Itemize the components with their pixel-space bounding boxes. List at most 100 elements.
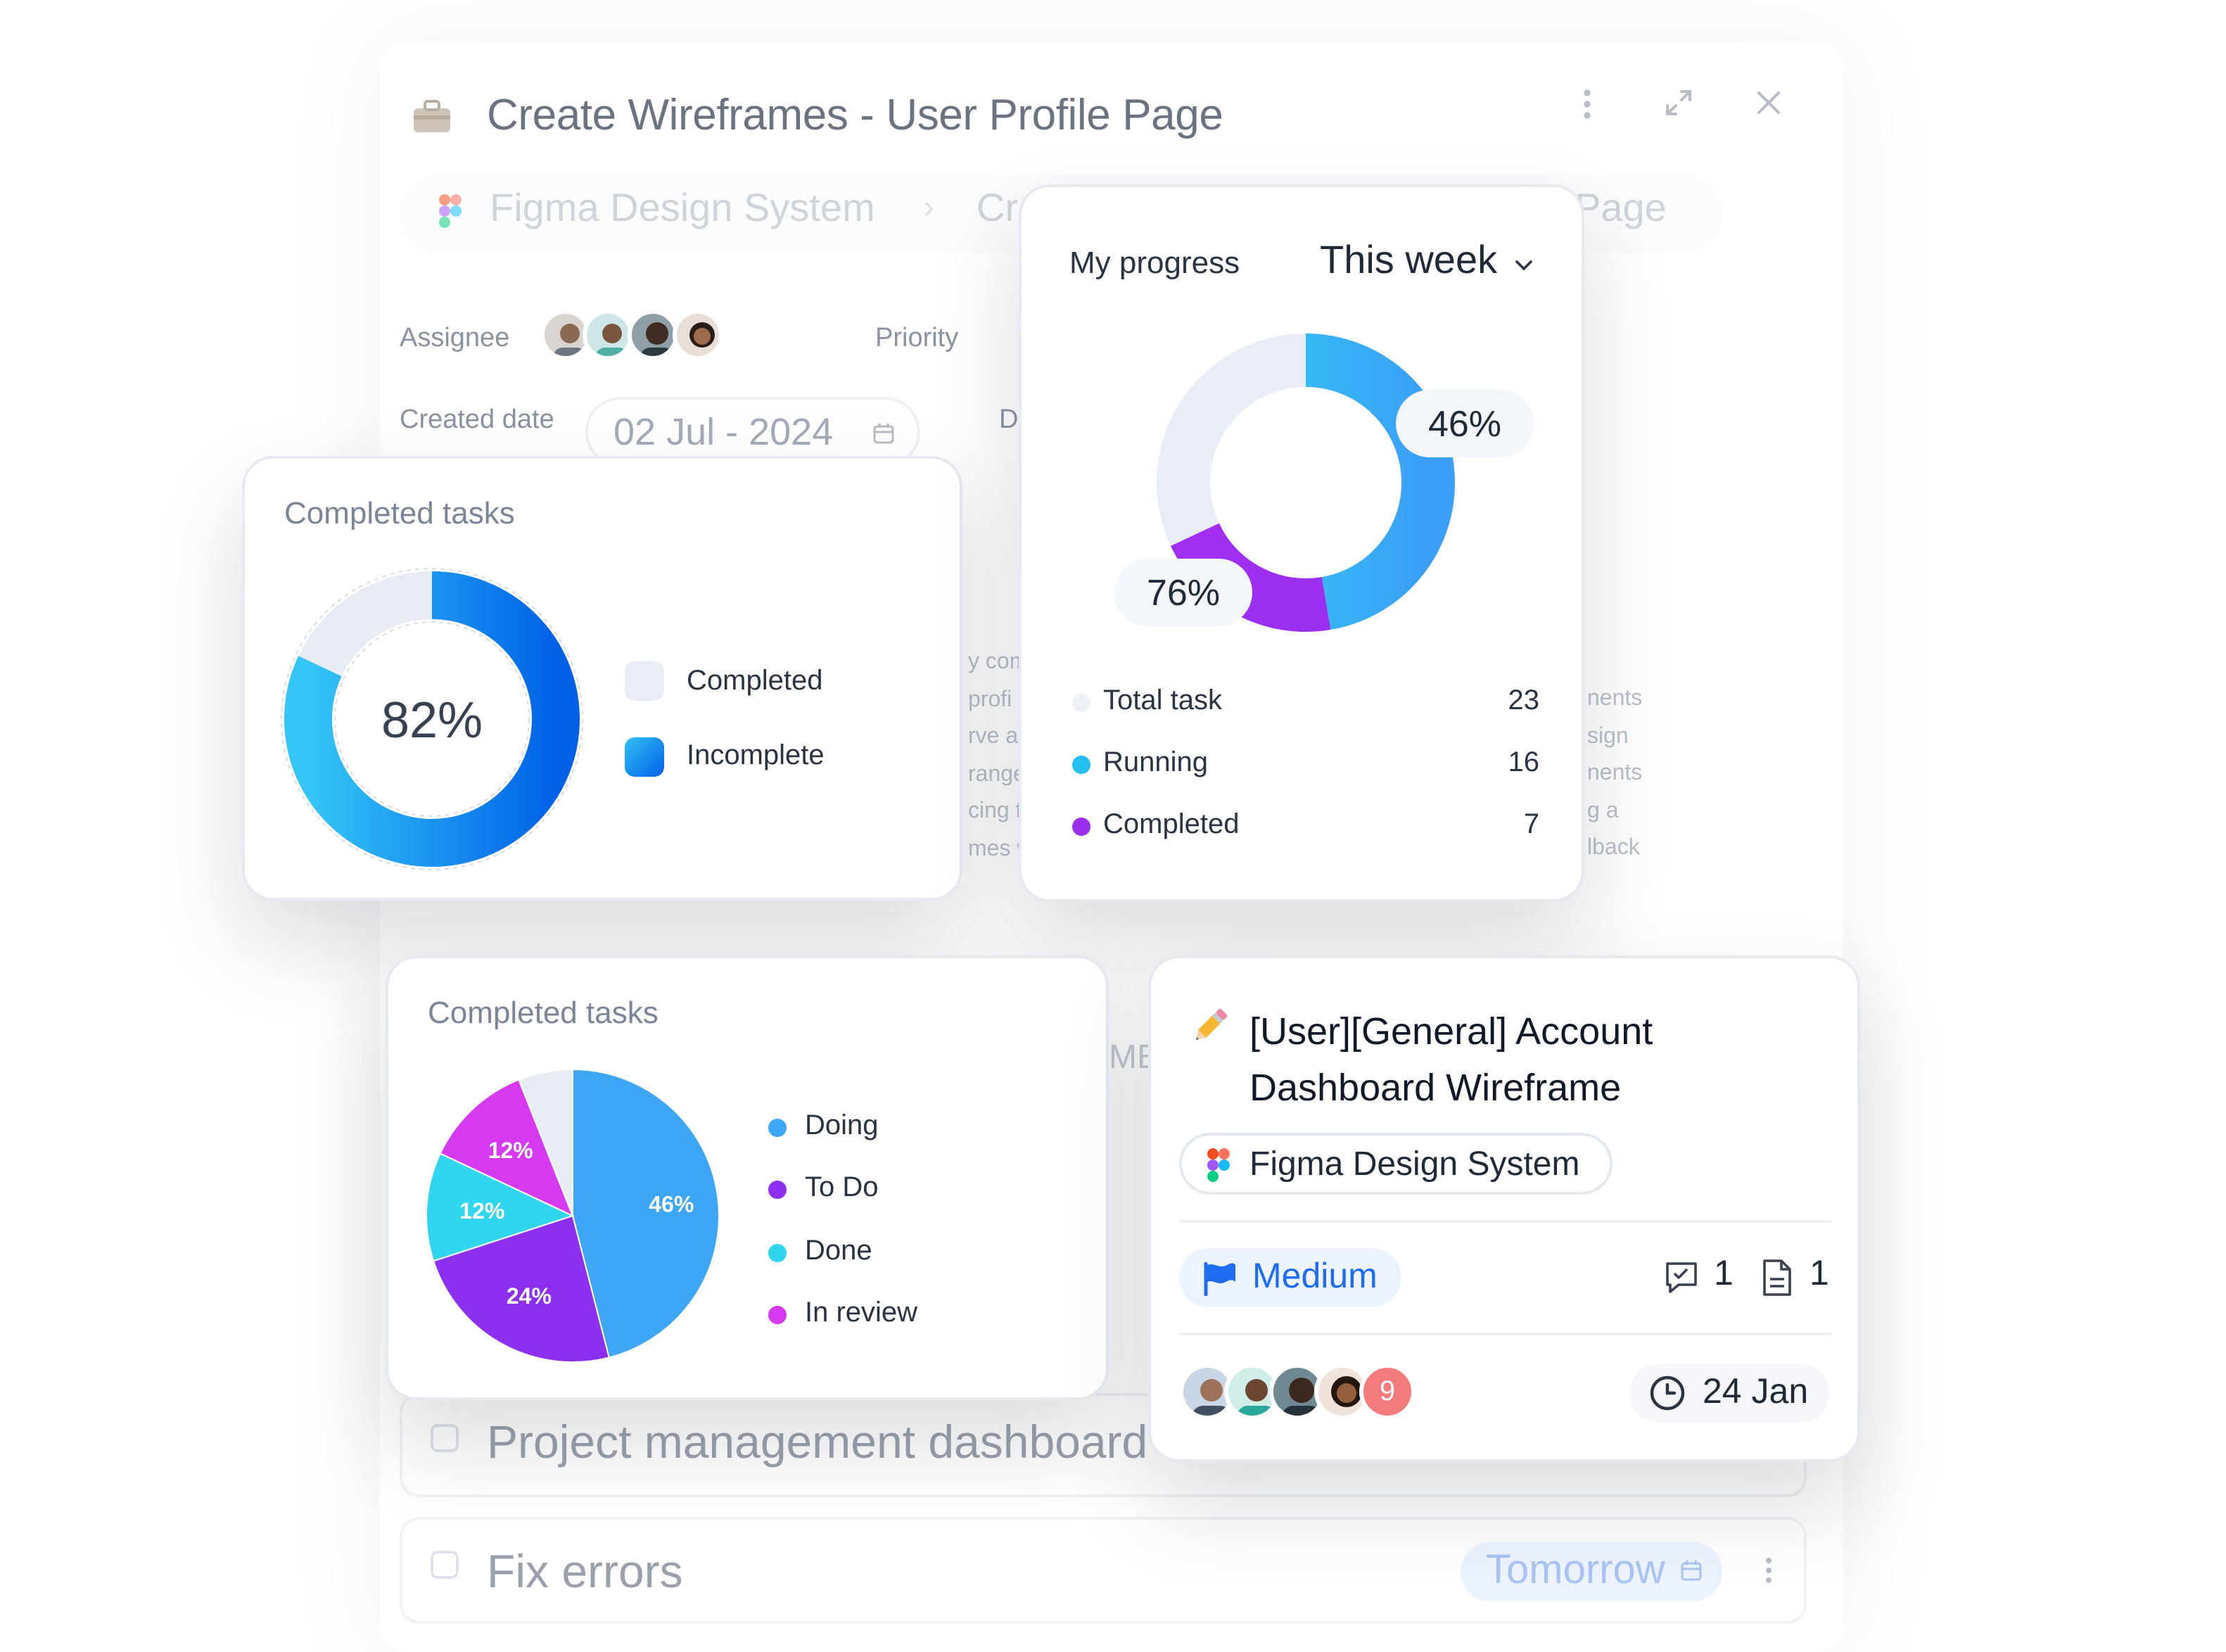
- comment-icon[interactable]: [1663, 1259, 1700, 1296]
- subtask-title: Fix errors: [487, 1545, 683, 1597]
- completed-tasks-donut-card: Completed tasks 82% Completed Incomplete: [242, 456, 962, 901]
- legend-label: In review: [805, 1297, 918, 1328]
- task-title: Create Wireframes - User Profile Page: [487, 90, 1223, 139]
- legend-dot: [768, 1306, 787, 1324]
- progress-row: Total task 23: [1069, 682, 1539, 725]
- description-line: lback: [1587, 836, 1640, 860]
- priority-label: Priority: [875, 324, 959, 353]
- legend-label: Done: [805, 1235, 872, 1266]
- card-title: Completed tasks: [428, 995, 659, 1030]
- created-date-label: Created date: [400, 405, 554, 435]
- description-fragment-right: nents sign nents g a lback: [1587, 681, 1642, 868]
- calendar-icon: [1680, 1559, 1703, 1582]
- breadcrumb-task-start[interactable]: Cr: [977, 186, 1018, 231]
- completed-donut-chart: 82%: [281, 568, 583, 870]
- project-tag[interactable]: Figma Design System: [1179, 1133, 1613, 1195]
- legend-label: Doing: [805, 1110, 879, 1141]
- briefcase-icon: [411, 99, 453, 135]
- chevron-right-icon: ›: [923, 189, 934, 227]
- subtask-title: Project management dashboard: [487, 1416, 1148, 1468]
- running-percent-badge: 46%: [1396, 390, 1534, 457]
- row-label: Running: [1103, 747, 1209, 778]
- clock-icon: [1649, 1375, 1686, 1411]
- divider: [1179, 1220, 1832, 1223]
- legend-swatch-completed: [625, 661, 664, 701]
- assignee-avatars[interactable]: 9: [1179, 1364, 1432, 1423]
- more-vertical-icon[interactable]: [1576, 87, 1598, 121]
- progress-row: Running 16: [1069, 744, 1539, 787]
- subtask-checkbox[interactable]: [431, 1424, 459, 1452]
- completed-percent-badge: 76%: [1114, 559, 1252, 626]
- card-title: My progress: [1069, 245, 1240, 280]
- progress-row: Completed 7: [1069, 806, 1539, 849]
- comment-count: 1: [1714, 1254, 1734, 1293]
- legend-dot: [1072, 818, 1090, 836]
- completed-tasks-pie-card: Completed tasks 46% 24% 12% 12% Doing To Do…: [386, 955, 1109, 1400]
- calendar-icon: [872, 422, 895, 445]
- subtask-row[interactable]: Fix errors Tomorrow: [400, 1517, 1807, 1624]
- breadcrumb-project[interactable]: Figma Design System: [490, 186, 875, 231]
- legend-item: In review: [768, 1297, 1078, 1337]
- priority-label: Medium: [1252, 1257, 1378, 1296]
- due-date-text: 24 Jan: [1703, 1372, 1809, 1411]
- task-card[interactable]: [User][General] Account Dashboard Wirefr…: [1148, 955, 1860, 1462]
- donut-center-label: 82%: [381, 692, 483, 749]
- pie-data-label: 12%: [488, 1138, 533, 1163]
- divider: [1179, 1333, 1832, 1335]
- legend-label: Incomplete: [687, 740, 825, 771]
- description-line: nents: [1587, 687, 1643, 711]
- expand-icon[interactable]: [1663, 87, 1694, 118]
- due-date-badge[interactable]: 24 Jan: [1629, 1364, 1829, 1423]
- period-selector[interactable]: This week: [1320, 238, 1497, 283]
- project-name: Figma Design System: [1249, 1145, 1580, 1183]
- chevron-down-icon[interactable]: [1514, 255, 1534, 271]
- legend-dot: [768, 1244, 787, 1262]
- legend-item: To Do: [768, 1172, 1078, 1212]
- created-date-value: 02 Jul - 2024: [613, 411, 834, 453]
- breadcrumb-task-end[interactable]: Page: [1575, 186, 1667, 231]
- due-date-label: D: [999, 405, 1019, 435]
- close-icon[interactable]: [1753, 87, 1784, 118]
- file-icon[interactable]: [1762, 1258, 1793, 1297]
- my-progress-card: My progress This week 46% 76% Total task…: [1019, 184, 1584, 902]
- legend-dot: [768, 1181, 787, 1199]
- legend-item: Done: [768, 1235, 1078, 1275]
- description-line: sign: [1587, 724, 1629, 748]
- legend-label: Completed: [687, 666, 823, 697]
- legend-item: Doing: [768, 1110, 1078, 1150]
- row-value: 23: [1508, 685, 1540, 716]
- card-title: Completed tasks: [284, 495, 515, 530]
- figma-icon: [1207, 1148, 1230, 1182]
- subtask-due-badge[interactable]: Tomorrow: [1461, 1542, 1722, 1601]
- legend-dot: [768, 1119, 787, 1137]
- more-vertical-icon[interactable]: [1762, 1553, 1776, 1587]
- description-line: nents: [1587, 761, 1643, 785]
- row-label: Total task: [1103, 685, 1222, 716]
- flag-icon: [1202, 1262, 1238, 1297]
- figma-icon: [439, 194, 462, 228]
- title-line: Dashboard Wireframe: [1249, 1067, 1622, 1109]
- title-line: [User][General] Account: [1249, 1010, 1653, 1053]
- legend-label: To Do: [805, 1172, 879, 1203]
- legend-dot: [1072, 756, 1090, 774]
- status-pie-chart: 46% 24% 12% 12%: [426, 1068, 720, 1363]
- legend-swatch-incomplete: [625, 737, 664, 777]
- row-value: 16: [1508, 747, 1540, 778]
- pie-data-label: 24%: [507, 1283, 552, 1309]
- row-value: 7: [1523, 809, 1539, 840]
- pencil-icon: [1188, 1003, 1233, 1048]
- legend-dot: [1072, 694, 1090, 712]
- description-line: g a: [1587, 799, 1619, 822]
- avatar: [583, 310, 633, 360]
- avatar: [673, 310, 723, 360]
- file-count: 1: [1810, 1254, 1829, 1293]
- avatar: [628, 310, 678, 360]
- task-card-title[interactable]: [User][General] Account Dashboard Wirefr…: [1249, 1003, 1653, 1116]
- row-label: Completed: [1103, 809, 1240, 840]
- priority-badge[interactable]: Medium: [1179, 1248, 1401, 1307]
- assignee-avatars[interactable]: [540, 310, 737, 366]
- assignee-label: Assignee: [400, 324, 510, 353]
- subtask-due-text: Tomorrow: [1486, 1548, 1665, 1593]
- extra-assignees-count[interactable]: 9: [1359, 1364, 1416, 1420]
- subtask-checkbox[interactable]: [431, 1551, 459, 1579]
